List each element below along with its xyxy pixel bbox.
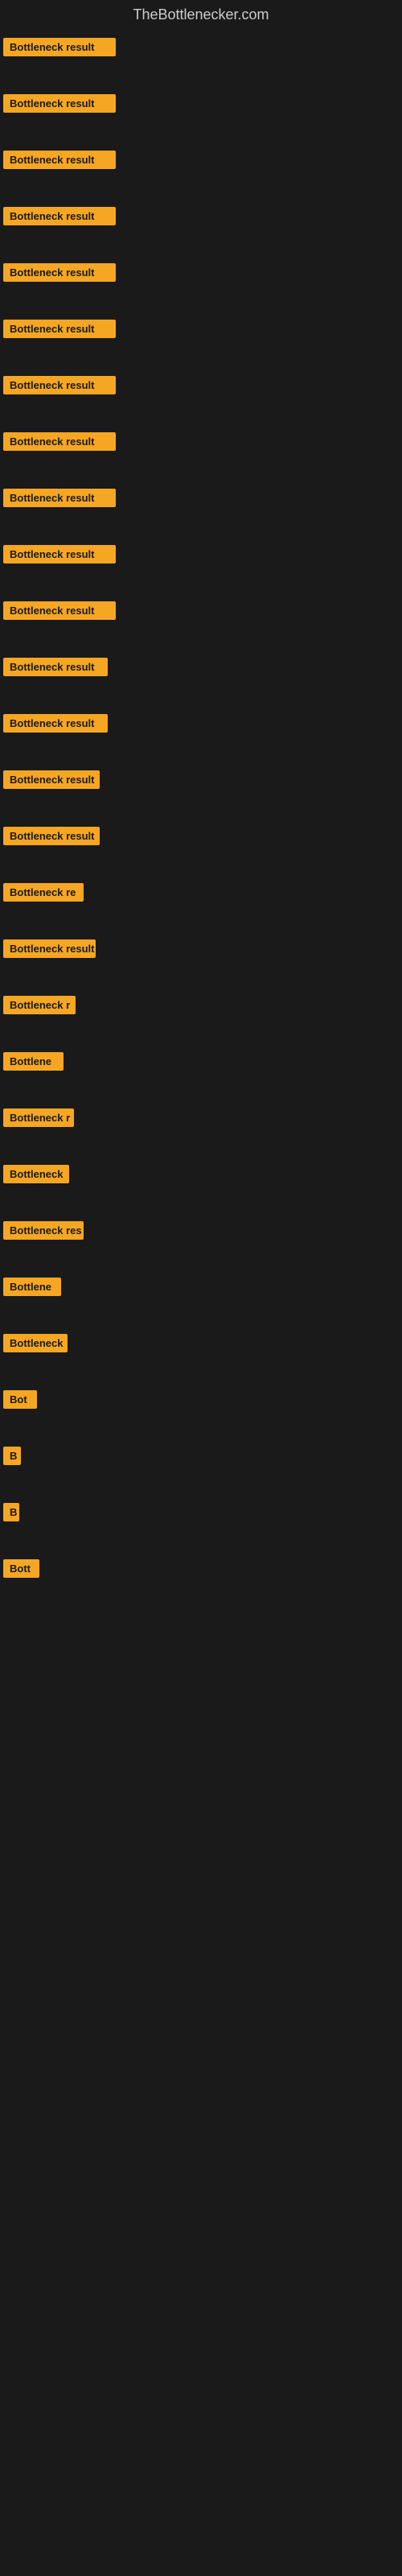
bottleneck-result-item: Bottleneck result bbox=[0, 371, 402, 403]
bottleneck-result-item: B bbox=[0, 1442, 402, 1474]
bottleneck-badge: Bottleneck result bbox=[3, 207, 116, 225]
bottleneck-result-item: Bott bbox=[0, 1554, 402, 1587]
site-title: TheBottlenecker.com bbox=[0, 0, 402, 33]
bottleneck-result-item: Bottleneck re bbox=[0, 878, 402, 910]
bottleneck-result-item: Bottleneck result bbox=[0, 597, 402, 629]
bottleneck-result-item: Bottlene bbox=[0, 1047, 402, 1080]
bottleneck-result-item: Bottleneck result bbox=[0, 427, 402, 460]
bottleneck-result-item: Bottleneck result bbox=[0, 709, 402, 741]
bottleneck-result-item: Bottleneck result bbox=[0, 258, 402, 291]
bottleneck-result-item: Bottleneck result bbox=[0, 540, 402, 572]
bottleneck-result-item: Bottleneck r bbox=[0, 991, 402, 1023]
bottleneck-badge: Bottleneck result bbox=[3, 658, 108, 676]
bottleneck-badge: Bottleneck r bbox=[3, 1108, 74, 1127]
bottleneck-result-item: Bottlene bbox=[0, 1273, 402, 1305]
bottleneck-result-item: Bottleneck r bbox=[0, 1104, 402, 1136]
bottleneck-badge: Bottleneck bbox=[3, 1334, 68, 1352]
bottleneck-badge: Bottleneck result bbox=[3, 376, 116, 394]
bottleneck-result-item: Bottleneck bbox=[0, 1160, 402, 1192]
bottleneck-badge: Bottleneck result bbox=[3, 827, 100, 845]
bottleneck-result-item: Bottleneck result bbox=[0, 315, 402, 347]
bottleneck-badge: Bottleneck result bbox=[3, 545, 116, 564]
bottleneck-result-item: Bottleneck result bbox=[0, 653, 402, 685]
bottleneck-badge: Bottleneck result bbox=[3, 320, 116, 338]
bottleneck-badge: Bottleneck result bbox=[3, 94, 116, 113]
bottleneck-result-item: Bottleneck result bbox=[0, 484, 402, 516]
bottleneck-badge: Bottleneck result bbox=[3, 38, 116, 56]
bottleneck-badge: Bot bbox=[3, 1390, 37, 1409]
bottleneck-badge: Bottleneck result bbox=[3, 601, 116, 620]
bottleneck-badge: Bottleneck result bbox=[3, 770, 100, 789]
items-container: Bottleneck result Bottleneck result Bottle… bbox=[0, 33, 402, 1587]
bottleneck-badge: Bottleneck bbox=[3, 1165, 69, 1183]
bottleneck-result-item: Bottleneck result bbox=[0, 89, 402, 122]
bottleneck-badge: Bottleneck result bbox=[3, 714, 108, 733]
bottleneck-result-item: Bottleneck result bbox=[0, 146, 402, 178]
bottleneck-badge: Bottlene bbox=[3, 1052, 64, 1071]
bottleneck-badge: Bottleneck r bbox=[3, 996, 76, 1014]
bottleneck-result-item: Bottleneck result bbox=[0, 202, 402, 234]
bottleneck-badge: Bottleneck re bbox=[3, 883, 84, 902]
bottleneck-badge: Bottleneck result bbox=[3, 939, 96, 958]
bottleneck-result-item: Bot bbox=[0, 1385, 402, 1418]
bottleneck-badge: B bbox=[3, 1447, 21, 1465]
bottleneck-badge: B bbox=[3, 1503, 19, 1521]
bottleneck-result-item: Bottleneck result bbox=[0, 935, 402, 967]
bottleneck-result-item: Bottleneck result bbox=[0, 766, 402, 798]
bottleneck-badge: Bottleneck result bbox=[3, 263, 116, 282]
bottleneck-result-item: Bottleneck res bbox=[0, 1216, 402, 1249]
bottleneck-result-item: B bbox=[0, 1498, 402, 1530]
bottleneck-badge: Bottleneck result bbox=[3, 432, 116, 451]
bottleneck-badge: Bottleneck result bbox=[3, 489, 116, 507]
bottleneck-badge: Bott bbox=[3, 1559, 39, 1578]
bottleneck-result-item: Bottleneck result bbox=[0, 822, 402, 854]
bottleneck-badge: Bottlene bbox=[3, 1278, 61, 1296]
bottleneck-result-item: Bottleneck bbox=[0, 1329, 402, 1361]
bottleneck-badge: Bottleneck res bbox=[3, 1221, 84, 1240]
bottleneck-badge: Bottleneck result bbox=[3, 151, 116, 169]
bottleneck-result-item: Bottleneck result bbox=[0, 33, 402, 65]
